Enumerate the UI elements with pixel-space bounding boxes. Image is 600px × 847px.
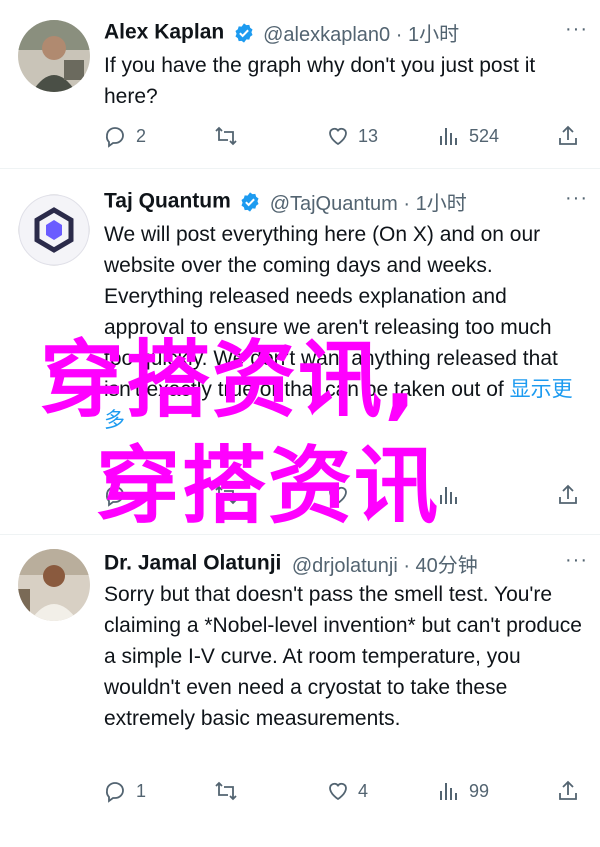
share-icon xyxy=(559,125,577,145)
tweet-2[interactable]: Taj Quantum @TajQuantum · 1小时 ··· We wil… xyxy=(0,169,600,534)
reply-count: 1 xyxy=(136,780,147,801)
tweet-text-content: We will post everything here (On X) and … xyxy=(104,223,558,401)
retweet-icon xyxy=(215,781,237,801)
heart-icon xyxy=(329,127,347,146)
like-button[interactable]: 4 xyxy=(326,776,368,806)
views-count: 99 xyxy=(469,780,490,801)
retweet-button[interactable] xyxy=(214,776,238,806)
avatar[interactable] xyxy=(18,194,90,266)
retweet-button[interactable] xyxy=(214,121,246,151)
author-name[interactable]: Dr. Jamal Olatunji xyxy=(104,552,281,575)
like-button[interactable]: 13 xyxy=(326,121,378,151)
like-count: 4 xyxy=(358,780,369,801)
avatar[interactable] xyxy=(18,549,90,621)
views-count: 524 xyxy=(469,125,500,146)
share-button[interactable] xyxy=(556,480,580,510)
share-icon xyxy=(559,484,577,504)
more-options-icon[interactable]: ··· xyxy=(565,187,588,210)
tweet-text: Sorry but that doesn't pass the smell te… xyxy=(104,583,582,730)
retweet-icon xyxy=(215,485,237,505)
tweet-1[interactable]: Alex Kaplan @alexkaplan0 · 1小时 ··· If yo… xyxy=(0,0,600,168)
views-button[interactable] xyxy=(437,480,461,510)
views-chart-icon xyxy=(440,783,457,800)
action-bar: 1 4 99 xyxy=(104,776,584,806)
reply-icon xyxy=(106,782,124,803)
share-icon xyxy=(559,780,577,800)
reply-count: 2 xyxy=(136,125,147,146)
handle-and-time[interactable]: @alexkaplan0 · 1小时 xyxy=(263,24,459,46)
views-chart-icon xyxy=(440,128,457,145)
verified-badge-icon xyxy=(241,191,259,212)
more-options-icon[interactable]: ··· xyxy=(565,549,588,572)
retweet-button[interactable] xyxy=(214,480,238,510)
views-chart-icon xyxy=(440,487,457,504)
tweet-text: If you have the graph why don't you just… xyxy=(104,54,536,108)
tweet-text: We will post everything here (On X) and … xyxy=(104,219,582,436)
tweet-3[interactable]: Dr. Jamal Olatunji @drjolatunji · 40分钟 ·… xyxy=(0,535,600,847)
author-name[interactable]: Alex Kaplan xyxy=(104,21,224,44)
views-button[interactable]: 99 xyxy=(437,776,489,806)
reply-icon xyxy=(106,486,124,507)
avatar[interactable] xyxy=(18,20,90,92)
handle-and-time[interactable]: @drjolatunji · 40分钟 xyxy=(292,555,478,577)
heart-icon xyxy=(329,782,347,801)
heart-icon xyxy=(329,486,347,505)
reply-button[interactable]: 1 xyxy=(104,776,146,806)
like-count: 13 xyxy=(358,125,379,146)
like-button[interactable] xyxy=(326,480,350,510)
reply-button[interactable] xyxy=(104,480,128,510)
verified-badge-icon xyxy=(235,22,253,43)
reply-button[interactable]: 2 xyxy=(104,121,146,151)
share-button[interactable] xyxy=(556,776,580,806)
more-options-icon[interactable]: ··· xyxy=(565,18,588,41)
handle-and-time[interactable]: @TajQuantum · 1小时 xyxy=(270,193,467,215)
views-button[interactable]: 524 xyxy=(437,121,499,151)
action-bar xyxy=(104,480,584,510)
author-name[interactable]: Taj Quantum xyxy=(104,190,231,213)
share-button[interactable] xyxy=(556,121,580,151)
reply-icon xyxy=(106,127,124,148)
retweet-icon xyxy=(215,126,237,146)
action-bar: 2 13 524 xyxy=(104,121,584,151)
